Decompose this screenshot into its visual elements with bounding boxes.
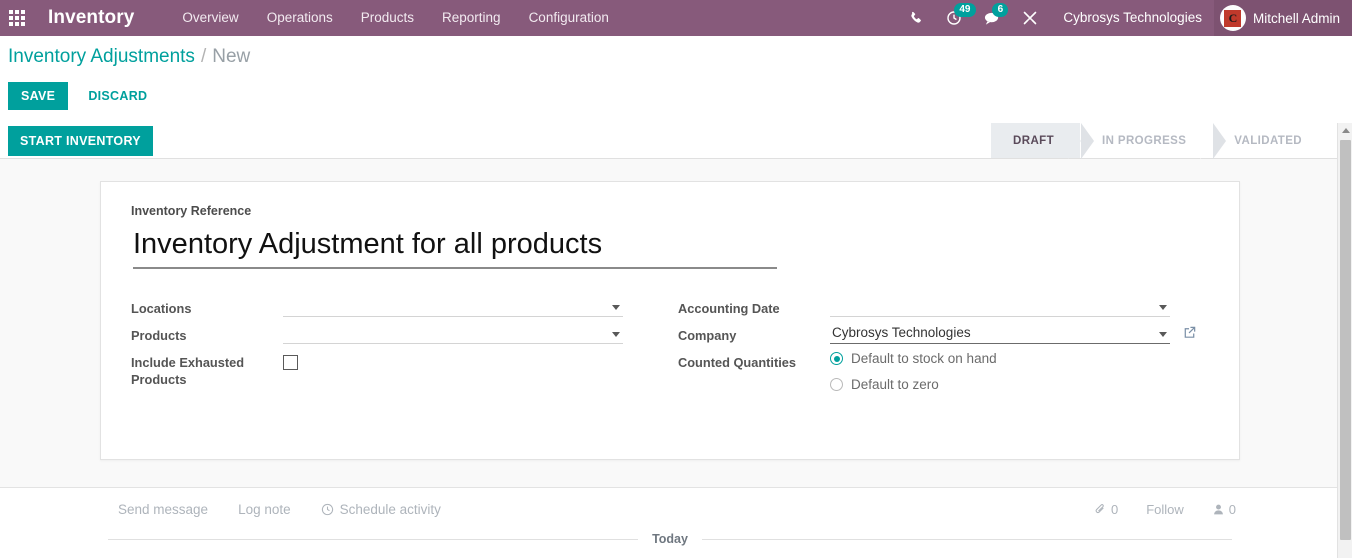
chatter: Send message Log note Schedule activity … <box>0 487 1340 557</box>
form-column-right: Accounting Date Company Cybrosys Technol… <box>670 297 1209 410</box>
main-menu: Overview Operations Products Reporting C… <box>168 0 622 36</box>
attachment-count: 0 <box>1110 501 1119 517</box>
chatter-date-separator: Today <box>0 532 1340 546</box>
record-action-bar: SAVE DISCARD <box>8 82 160 110</box>
paperclip-icon <box>1095 503 1104 513</box>
stage-pipeline: DRAFT IN PROGRESS VALIDATED <box>991 123 1328 159</box>
scroll-up-arrow-icon[interactable] <box>1338 123 1352 138</box>
discard-button[interactable]: DISCARD <box>75 82 160 110</box>
navbar-right-group: 49 6 Cybrosys Technologies C Mitchell Ad… <box>898 0 1352 36</box>
form-column-left: Locations Products Include Exhausted Pro… <box>131 297 670 410</box>
followers-count: 0 <box>1228 501 1236 517</box>
app-brand-inventory[interactable]: Inventory <box>48 7 134 29</box>
radio-zero-label[interactable]: Default to zero <box>851 377 939 392</box>
apps-grid-icon <box>9 10 25 26</box>
accounting-date-input[interactable] <box>830 297 1170 317</box>
products-input[interactable] <box>283 324 623 344</box>
field-accounting-date: Accounting Date <box>678 297 1209 317</box>
menu-item-operations[interactable]: Operations <box>253 0 347 36</box>
breadcrumb-separator: / <box>200 46 207 67</box>
form-statusbar: START INVENTORY DRAFT IN PROGRESS VALIDA… <box>0 123 1340 159</box>
external-link-icon[interactable] <box>1182 325 1197 340</box>
stage-draft-label: DRAFT <box>1013 134 1055 147</box>
form-view-body: START INVENTORY DRAFT IN PROGRESS VALIDA… <box>0 123 1352 558</box>
breadcrumb-current: New <box>212 46 251 67</box>
followers-count-button[interactable]: 0 <box>1212 502 1236 517</box>
start-inventory-button[interactable]: START INVENTORY <box>8 125 153 156</box>
navbar-company-switcher[interactable]: Cybrosys Technologies <box>1049 0 1214 36</box>
message-count-badge: 6 <box>992 3 1009 17</box>
messages-icon[interactable]: 6 <box>973 0 1011 36</box>
follow-button[interactable]: Follow <box>1146 502 1184 517</box>
avatar-logo: C <box>1224 9 1242 27</box>
stage-draft[interactable]: DRAFT <box>991 123 1095 159</box>
field-counted-quantities: Counted Quantities Default to stock on h… <box>678 351 1209 403</box>
top-navbar: Inventory Overview Operations Products R… <box>0 0 1352 36</box>
stage-draft-arrow <box>1068 123 1082 159</box>
radio-default-to-stock-on-hand[interactable]: Default to stock on hand <box>830 351 1209 366</box>
stage-in-progress-arrow-border <box>1213 123 1227 159</box>
vertical-scrollbar[interactable] <box>1337 123 1352 558</box>
include-exhausted-products-checkbox[interactable] <box>283 355 298 370</box>
stage-validated-label: VALIDATED <box>1234 134 1302 147</box>
include-exhausted-products-label: Include Exhausted Products <box>131 355 245 387</box>
products-label: Products <box>131 328 187 343</box>
stage-in-progress[interactable]: IN PROGRESS <box>1080 123 1227 159</box>
counted-quantities-label: Counted Quantities <box>678 355 797 370</box>
scrollbar-thumb[interactable] <box>1340 140 1351 540</box>
company-input[interactable] <box>830 324 1170 344</box>
breadcrumb-parent-link[interactable]: Inventory Adjustments <box>8 46 195 68</box>
breadcrumb: Inventory Adjustments / New <box>0 36 1352 78</box>
menu-item-configuration[interactable]: Configuration <box>515 0 623 36</box>
accounting-date-label: Accounting Date <box>678 301 780 316</box>
date-separator-label: Today <box>652 532 688 546</box>
debug-tools-icon[interactable] <box>1011 0 1049 36</box>
stage-draft-arrow-border <box>1081 123 1095 159</box>
avatar: C <box>1219 5 1246 31</box>
activity-count-badge: 49 <box>954 3 976 17</box>
radio-stock-on-hand-label[interactable]: Default to stock on hand <box>851 351 997 366</box>
person-icon <box>1213 504 1223 514</box>
stage-in-progress-arrow <box>1200 123 1214 159</box>
form-sheet: Inventory Reference Locations <box>100 181 1240 460</box>
attachment-count-button[interactable]: 0 <box>1094 502 1118 517</box>
radio-stock-on-hand-button[interactable] <box>830 352 843 365</box>
stage-validated[interactable]: VALIDATED <box>1212 123 1328 158</box>
stage-in-progress-label: IN PROGRESS <box>1102 134 1187 147</box>
form-field-grid: Locations Products Include Exhausted Pro… <box>131 297 1209 410</box>
log-note-button[interactable]: Log note <box>238 502 291 517</box>
menu-item-reporting[interactable]: Reporting <box>428 0 515 36</box>
field-company: Company <box>678 324 1209 344</box>
locations-label: Locations <box>131 301 192 316</box>
menu-item-overview[interactable]: Overview <box>168 0 252 36</box>
menu-item-products[interactable]: Products <box>347 0 428 36</box>
inventory-reference-label: Inventory Reference <box>131 204 252 218</box>
schedule-activity-button[interactable]: Schedule activity <box>321 502 441 517</box>
apps-menu-button[interactable] <box>0 0 34 36</box>
radio-default-to-zero[interactable]: Default to zero <box>830 377 1209 392</box>
separator-line-left <box>108 538 639 540</box>
send-message-button[interactable]: Send message <box>118 502 208 517</box>
locations-input[interactable] <box>283 297 623 317</box>
radio-zero-button[interactable] <box>830 378 843 391</box>
user-name-label: Mitchell Admin <box>1252 10 1340 26</box>
company-label: Company <box>678 328 737 343</box>
clock-icon <box>321 503 334 516</box>
save-button[interactable]: SAVE <box>8 82 69 110</box>
chatter-right-group: 0 Follow 0 <box>1066 488 1236 530</box>
activity-clock-icon[interactable]: 49 <box>935 0 976 36</box>
form-sheet-background: Inventory Reference Locations <box>0 159 1340 487</box>
phone-icon[interactable] <box>898 0 935 36</box>
separator-line-right <box>701 538 1233 540</box>
inventory-reference-input[interactable] <box>133 226 777 269</box>
field-locations: Locations <box>131 297 670 317</box>
field-include-exhausted-products: Include Exhausted Products <box>131 351 670 388</box>
user-menu[interactable]: C Mitchell Admin <box>1213 0 1352 36</box>
schedule-activity-label: Schedule activity <box>339 501 441 517</box>
chatter-toolbar: Send message Log note Schedule activity … <box>0 488 1340 530</box>
field-products: Products <box>131 324 670 344</box>
